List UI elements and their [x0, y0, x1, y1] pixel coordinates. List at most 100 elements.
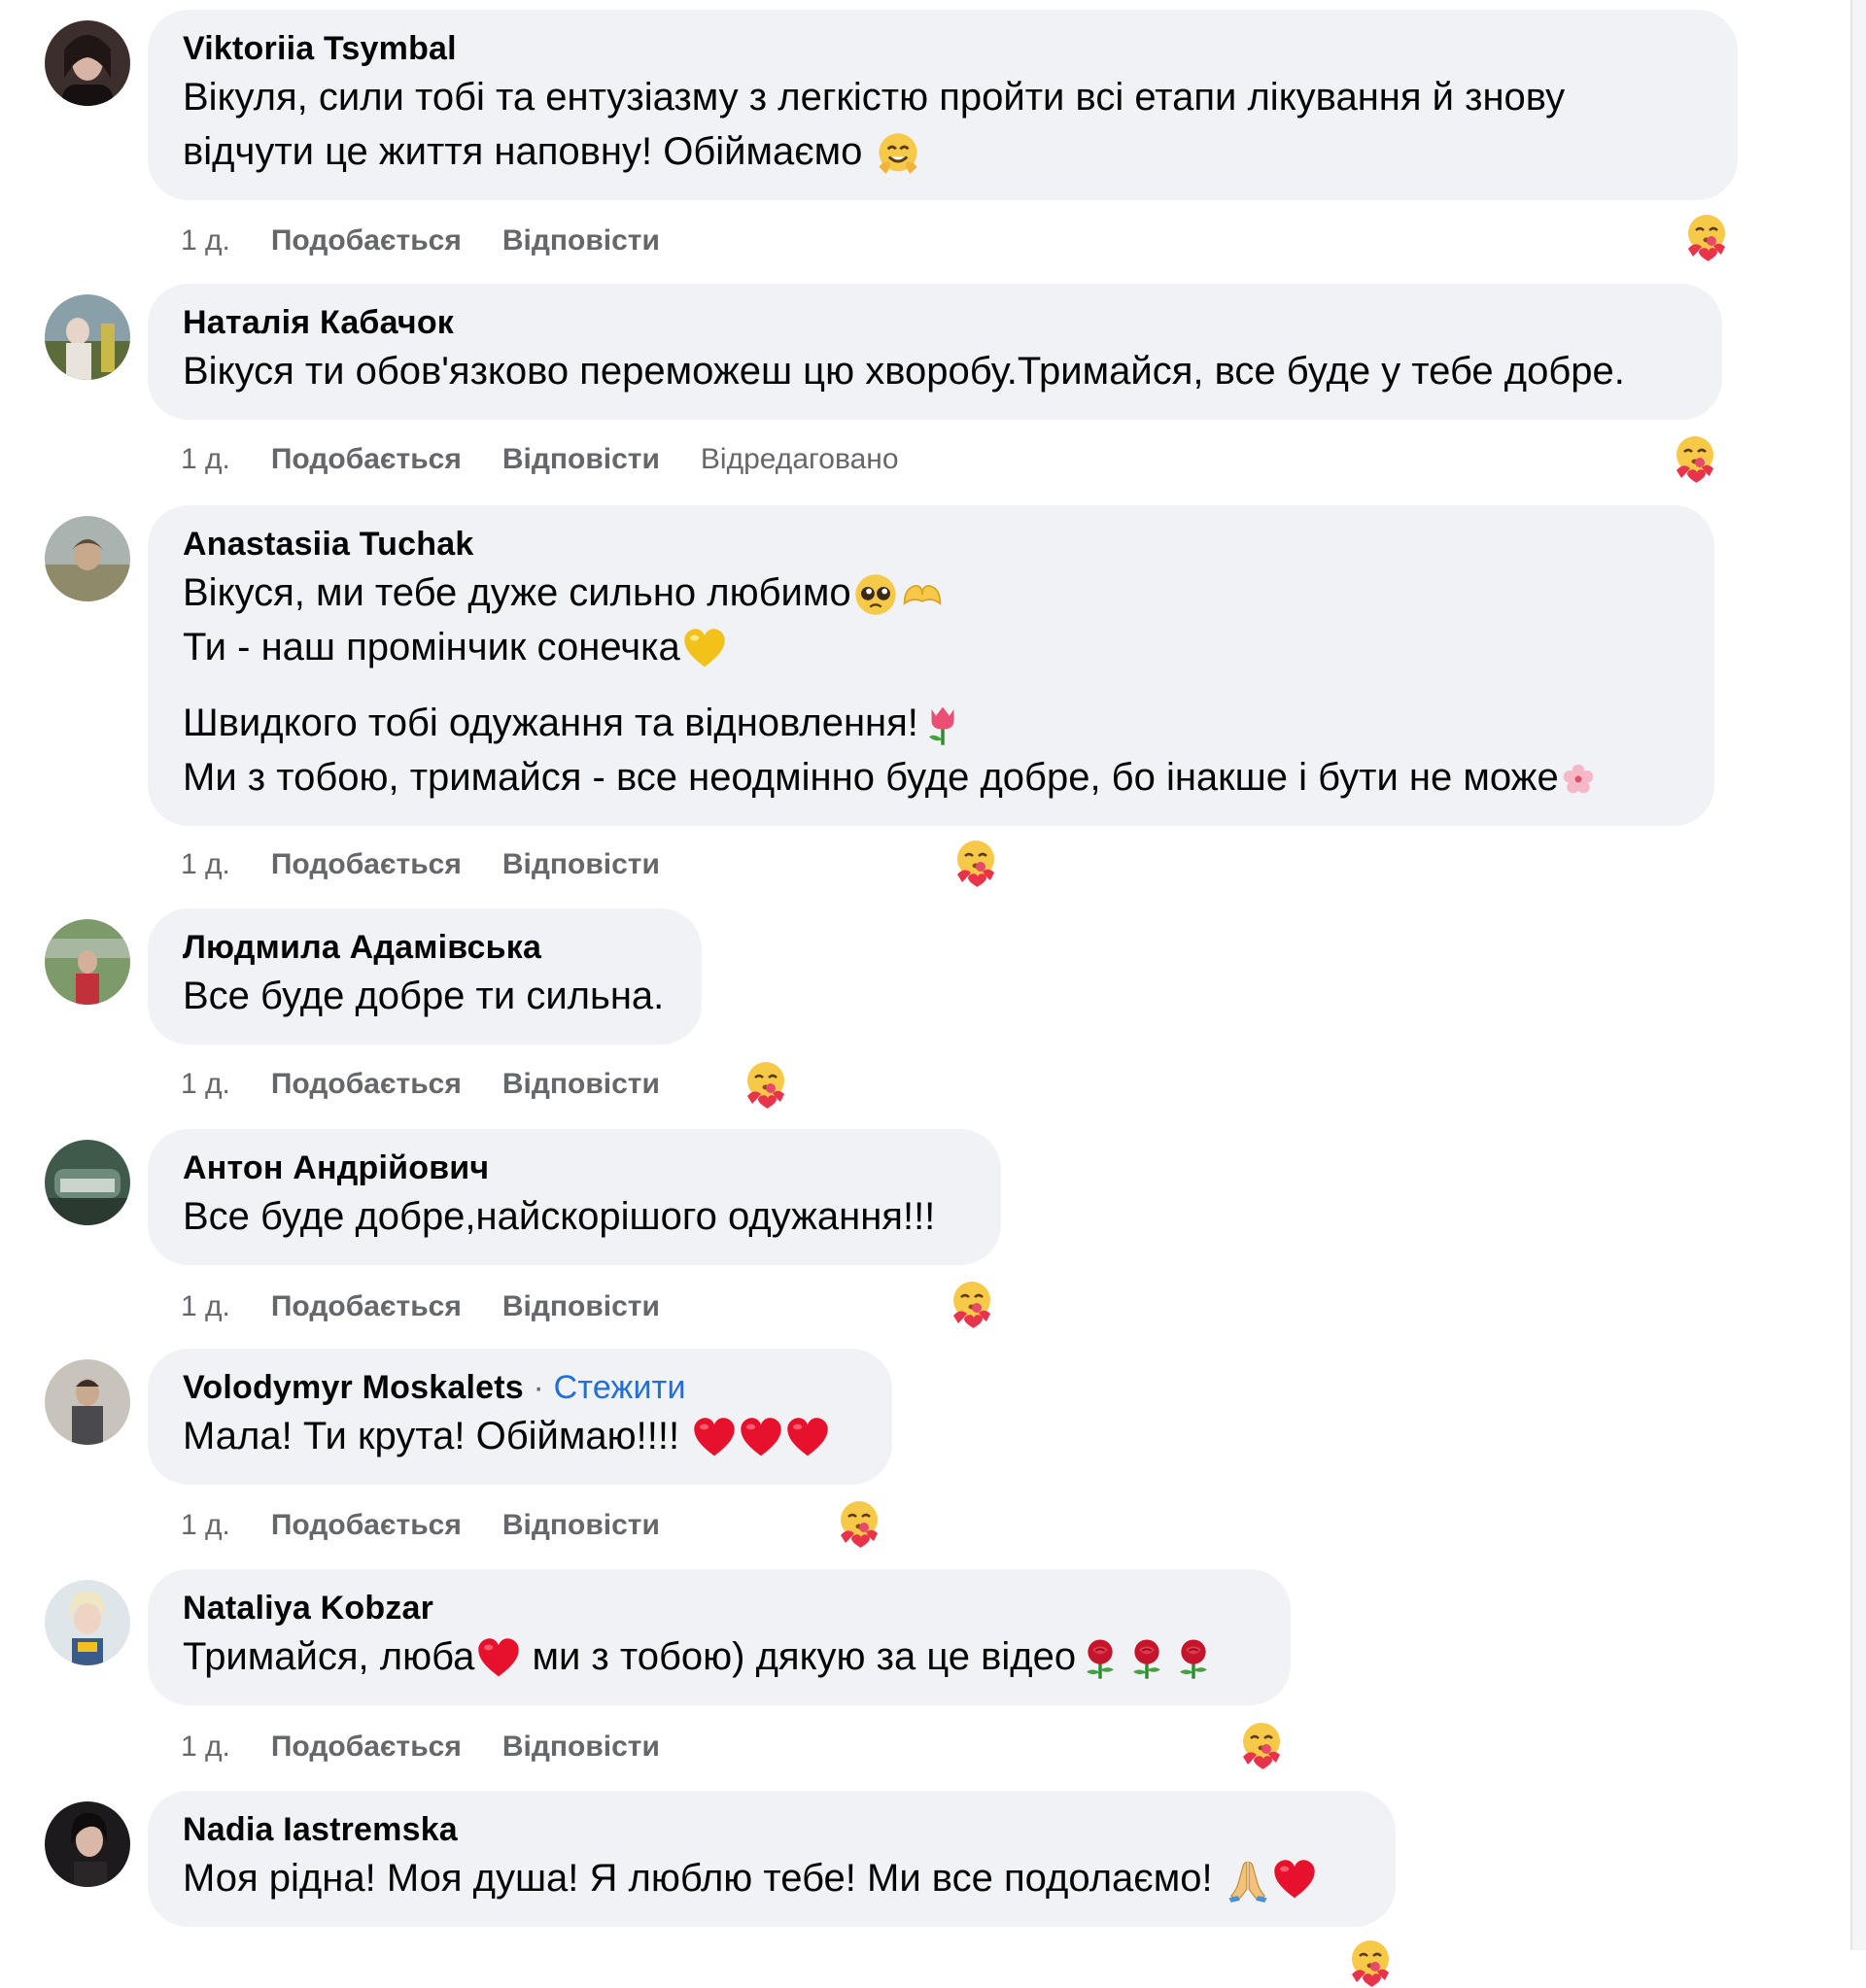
comment-text-line: Ти - наш промінчик сонечка [183, 620, 1679, 674]
avatar[interactable] [45, 1359, 130, 1445]
reply-button[interactable]: Відповісти [502, 1506, 660, 1545]
comment-text: Тримайся, люба [183, 1635, 475, 1678]
avatar[interactable] [45, 20, 130, 106]
reply-button[interactable]: Відповісти [502, 1065, 660, 1104]
avatar[interactable] [45, 1801, 130, 1887]
hug-reaction-icon[interactable] [1670, 433, 1720, 484]
reply-button[interactable]: Відповісти [502, 1728, 660, 1766]
comment-text-line: Мала! Ти крута! Обіймаю!!!! [183, 1409, 857, 1463]
like-button[interactable]: Подобається [271, 845, 462, 884]
comment-author[interactable]: Nadia Iastremska [183, 1808, 1361, 1851]
hugging-face-emoji-icon [876, 131, 920, 176]
comment-text: ми з тобою) дякую за це відео [521, 1635, 1077, 1678]
comment-actions: 1 д. Подобається Відповісти [181, 845, 701, 884]
scrollbar-track[interactable] [1850, 0, 1866, 1950]
comment-timestamp[interactable]: 1 д. [181, 1728, 230, 1766]
comment-text: Вікуся ти обов'язково переможеш цю хворо… [183, 350, 1625, 393]
comment-actions: 1 д. Подобається Відповісти [181, 1065, 701, 1104]
like-button[interactable]: Подобається [271, 1065, 462, 1104]
like-button[interactable]: Подобається [271, 440, 462, 479]
hug-reaction-icon[interactable] [950, 838, 1001, 888]
hug-reaction-icon[interactable] [1345, 1937, 1396, 1988]
comment-text: Ми з тобою, тримайся - все неодмінно буд… [183, 756, 1559, 799]
hug-reaction-icon[interactable] [834, 1498, 884, 1549]
tulip-emoji-icon [920, 703, 965, 747]
cherry-blossom-emoji-icon [1561, 762, 1596, 797]
comment-author[interactable]: Людмила Адамівська [183, 926, 667, 969]
like-button[interactable]: Подобається [271, 222, 462, 260]
comment-text-line: відчути це життя наповну! Обіймаємо [183, 124, 1703, 179]
red-heart-emoji-icon [692, 1416, 737, 1460]
reply-button[interactable]: Відповісти [502, 845, 660, 884]
hug-reaction-icon[interactable] [1681, 212, 1732, 262]
hug-reaction-icon[interactable] [947, 1279, 997, 1329]
heart-hands-emoji-icon [900, 572, 945, 617]
comment-author[interactable]: Anastasiia Tuchak [183, 523, 1679, 566]
follow-link[interactable]: Стежити [554, 1369, 686, 1406]
comment-author[interactable]: Viktoriia Tsymbal [183, 27, 1703, 70]
avatar[interactable] [45, 1140, 130, 1225]
red-heart-emoji-icon [785, 1416, 830, 1460]
reply-button[interactable]: Відповісти [502, 1287, 660, 1326]
comment-author[interactable]: Наталія Кабачок [183, 301, 1687, 344]
comment-text-line: Моя рідна! Моя душа! Я люблю тебе! Ми вс… [183, 1851, 1361, 1905]
comment-timestamp[interactable]: 1 д. [181, 222, 230, 260]
avatar[interactable] [45, 1580, 130, 1665]
comment-text: Ти - наш промінчик сонечка [183, 626, 680, 668]
comment-author[interactable]: Nataliya Kobzar [183, 1587, 1256, 1629]
avatar[interactable] [45, 294, 130, 380]
comment-timestamp[interactable]: 1 д. [181, 1287, 230, 1326]
hug-reaction-icon[interactable] [741, 1059, 791, 1110]
hug-reaction-icon[interactable] [1236, 1720, 1287, 1770]
rose-emoji-icon [1078, 1636, 1123, 1681]
red-heart-emoji-icon [1272, 1858, 1317, 1902]
comment-text: Швидкого тобі одужання та відновлення! [183, 702, 918, 744]
comment-timestamp[interactable]: 1 д. [181, 440, 230, 479]
comment-timestamp[interactable]: 1 д. [181, 1065, 230, 1104]
rose-emoji-icon [1171, 1636, 1216, 1681]
like-button[interactable]: Подобається [271, 1506, 462, 1545]
comment-bubble: Volodymyr Moskalets · Стежити Мала! Ти к… [148, 1349, 892, 1485]
comment-bubble: Nadia Iastremska Моя рідна! Моя душа! Я … [148, 1791, 1396, 1927]
comment-text: Моя рідна! Моя душа! Я люблю тебе! Ми вс… [183, 1857, 1224, 1900]
rose-emoji-icon [1124, 1636, 1169, 1681]
comment-text: відчути це життя наповну! Обіймаємо [183, 130, 863, 173]
reply-button[interactable]: Відповісти [502, 222, 660, 260]
comment-bubble: Viktoriia Tsymbal Вікуля, сили тобі та е… [148, 10, 1738, 200]
comment-bubble: Anastasiia Tuchak Вікуся, ми тебе дуже с… [148, 505, 1714, 826]
comment-text-line: Вікуся, ми тебе дуже сильно любимо [183, 566, 1679, 620]
comment-bubble: Наталія Кабачок Вікуся ти обов'язково пе… [148, 284, 1722, 420]
comment-text: Вікуся, ми тебе дуже сильно любимо [183, 571, 851, 614]
like-button[interactable]: Подобається [271, 1728, 462, 1766]
separator: · [523, 1369, 554, 1406]
reply-button[interactable]: Відповісти [502, 440, 660, 479]
yellow-heart-emoji-icon [682, 627, 727, 671]
comment-bubble: Nataliya Kobzar Тримайся, люба ми з тобо… [148, 1569, 1291, 1705]
comment-text: Вікуля, сили тобі та ентузіазму з легкіс… [183, 76, 1566, 119]
comment-text: Все буде добре,найскорішого одужання!!! [183, 1195, 936, 1238]
avatar[interactable] [45, 919, 130, 1005]
comment-actions: 1 д. Подобається Відповісти [181, 1728, 701, 1766]
comment-text-line: Ми з тобою, тримайся - все неодмінно буд… [183, 750, 1679, 805]
comment-text: Мала! Ти крута! Обіймаю!!!! [183, 1415, 680, 1457]
comment-actions: 1 д. Подобається Відповісти [181, 1287, 701, 1326]
comment-bubble: Антон Андрійович Все буде добре,найскорі… [148, 1129, 1001, 1265]
comment-author[interactable]: Volodymyr Moskalets [183, 1369, 524, 1406]
comment-actions: 1 д. Подобається Відповісти Відредаговано [181, 440, 940, 479]
comment-text: Все буде добре ти сильна. [183, 975, 665, 1017]
red-heart-emoji-icon [739, 1416, 783, 1460]
pleading-face-emoji-icon [853, 572, 898, 617]
comment-author[interactable]: Антон Андрійович [183, 1147, 966, 1189]
comment-text-line: Швидкого тобі одужання та відновлення! [183, 696, 1679, 750]
comment-timestamp[interactable]: 1 д. [181, 1506, 230, 1545]
folded-hands-emoji-icon [1226, 1858, 1270, 1902]
avatar[interactable] [45, 516, 130, 601]
comment-actions: 1 д. Подобається Відповісти [181, 222, 701, 260]
edited-label[interactable]: Відредаговано [701, 440, 899, 479]
red-heart-emoji-icon [476, 1636, 521, 1681]
like-button[interactable]: Подобається [271, 1287, 462, 1326]
comment-timestamp[interactable]: 1 д. [181, 845, 230, 884]
comment-text-line: Тримайся, люба ми з тобою) дякую за це в… [183, 1629, 1256, 1684]
comment-bubble: Людмила Адамівська Все буде добре ти сил… [148, 908, 702, 1045]
comment-actions: 1 д. Подобається Відповісти [181, 1506, 701, 1545]
